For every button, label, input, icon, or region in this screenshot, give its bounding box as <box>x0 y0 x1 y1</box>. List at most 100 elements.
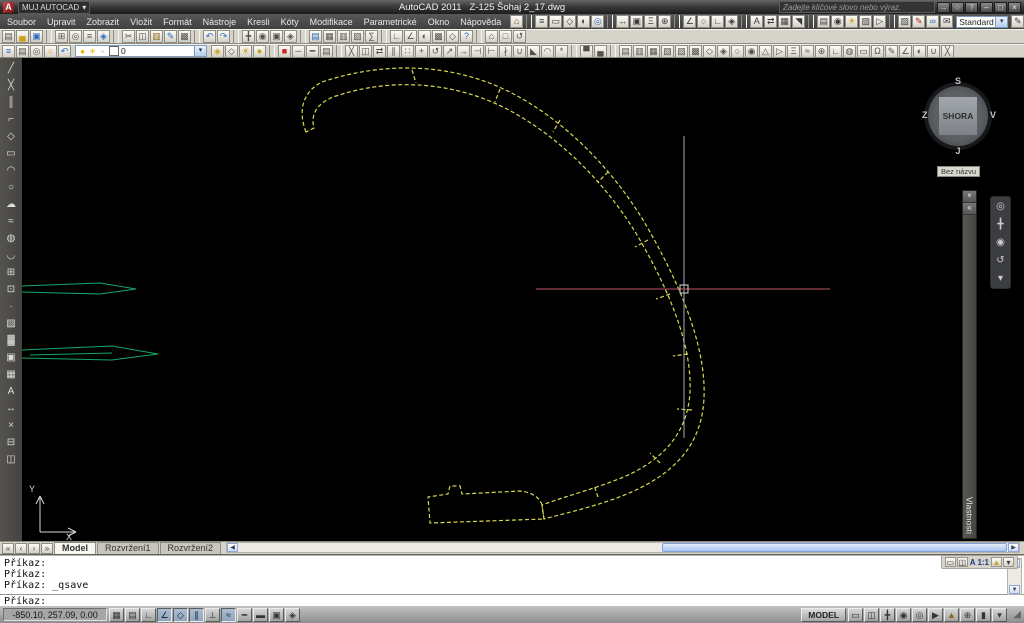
tool-icon[interactable]: ◉ <box>745 45 758 58</box>
model-space-button[interactable]: MODEL <box>801 608 846 622</box>
linetype-icon[interactable]: ─ <box>292 45 305 58</box>
array-icon[interactable]: ∷ <box>401 45 414 58</box>
hyperlink-icon[interactable]: ∞ <box>926 15 939 28</box>
etransmit-icon[interactable]: ✉ <box>940 15 953 28</box>
nav-zoom-icon[interactable]: ◉ <box>993 235 1008 250</box>
designcenter-icon[interactable]: ▦ <box>323 30 336 43</box>
workspace-switch-status-icon[interactable]: ⊕ <box>960 608 975 622</box>
tool-icon[interactable]: Ξ <box>787 45 800 58</box>
nav-wheel-icon[interactable]: ◎ <box>993 199 1008 214</box>
volume-icon[interactable]: ◈ <box>725 15 738 28</box>
workspaces-icon[interactable]: ⌂ <box>510 15 523 28</box>
tool-icon[interactable]: ≈ <box>801 45 814 58</box>
menu-item[interactable]: Vložit <box>125 17 157 27</box>
point-tool-icon[interactable]: · <box>2 299 20 314</box>
clean-icon[interactable]: □ <box>499 30 512 43</box>
tab-rozvržení1[interactable]: Rozvržení1 <box>97 542 159 554</box>
sc-toggle[interactable]: ◈ <box>285 608 300 622</box>
trim-icon[interactable]: ⊣ <box>471 45 484 58</box>
minimize-button[interactable]: – <box>980 2 993 13</box>
mleader-style-icon[interactable]: ◥ <box>792 15 805 28</box>
line-tool-icon[interactable]: ╱ <box>2 61 20 76</box>
restore-button[interactable]: □ <box>994 2 1007 13</box>
motion-path-icon[interactable]: ▷ <box>873 15 886 28</box>
locate-icon[interactable]: ⊕ <box>658 15 671 28</box>
table-tool-icon[interactable]: ▦ <box>2 367 20 382</box>
zoom-previous-icon[interactable]: ◈ <box>284 30 297 43</box>
tool-icon[interactable]: ▥ <box>633 45 646 58</box>
plotstyle-icon[interactable]: ▤ <box>320 45 333 58</box>
tpy-toggle[interactable]: ▬ <box>253 608 268 622</box>
circle-tool-icon[interactable]: ○ <box>2 180 20 195</box>
tool-icon[interactable]: ∟ <box>829 45 842 58</box>
polar-toggle[interactable]: ∠ <box>157 608 172 622</box>
matchprop-icon[interactable]: ✎ <box>164 30 177 43</box>
named-views-icon[interactable]: ◇ <box>563 15 576 28</box>
autocad-logo-icon[interactable]: A <box>3 2 14 13</box>
mline-tool-icon[interactable]: ║ <box>2 95 20 110</box>
tool-icon[interactable]: ▩ <box>689 45 702 58</box>
tool-icon[interactable]: ✎ <box>885 45 898 58</box>
style-combo[interactable]: Standard ▾ <box>956 16 1008 28</box>
offset-icon[interactable]: ∥ <box>387 45 400 58</box>
layer-sun-status-icon[interactable]: ☀ <box>88 47 97 56</box>
viewcube-west[interactable]: Z <box>922 110 928 120</box>
anno-settings-icon[interactable]: ▾ <box>1003 557 1014 567</box>
layer-prev-icon[interactable]: ↶ <box>58 45 71 58</box>
chamfer-icon[interactable]: ◣ <box>527 45 540 58</box>
viewcube-east[interactable]: V <box>990 110 996 120</box>
zoom-status-icon[interactable]: ◉ <box>896 608 911 622</box>
drawing-area[interactable]: Y X SHORA S V J Z Bez názvu ◎╋◉↺▾ × « Vl… <box>22 58 1024 541</box>
ellipse-tool-icon[interactable]: ◍ <box>2 231 20 246</box>
nav-motion-icon[interactable]: ▾ <box>993 271 1008 286</box>
dist-icon[interactable]: ∠ <box>683 15 696 28</box>
menu-item[interactable]: Soubor <box>2 17 41 27</box>
insert-block-icon[interactable]: ⊞ <box>2 265 20 280</box>
tool-icon[interactable]: ◐ <box>913 45 926 58</box>
views-icon[interactable]: ◇ <box>446 30 459 43</box>
tray-arrow-icon[interactable]: ▾ <box>992 608 1007 622</box>
tool-icon[interactable]: ╳ <box>941 45 954 58</box>
menu-item[interactable]: Modifikace <box>305 17 358 27</box>
make-block-icon[interactable]: ⊡ <box>2 282 20 297</box>
publish-icon[interactable]: ≡ <box>83 30 96 43</box>
match-style-icon[interactable]: ✎ <box>1011 15 1024 28</box>
palette-title[interactable]: Vlastnosti <box>965 497 975 534</box>
copy-icon[interactable]: ◫ <box>136 30 149 43</box>
calculator-icon[interactable]: ∑ <box>365 30 378 43</box>
front-icon[interactable]: ▀ <box>580 45 593 58</box>
tool-icon[interactable]: ◈ <box>717 45 730 58</box>
tool-icon[interactable]: ∪ <box>927 45 940 58</box>
tool-icon[interactable]: ▧ <box>661 45 674 58</box>
first-tab-button[interactable]: « <box>2 543 14 554</box>
menu-item[interactable]: Kóty <box>276 17 304 27</box>
shade-icon[interactable]: ◐ <box>577 15 590 28</box>
join-icon[interactable]: ∪ <box>513 45 526 58</box>
scroll-down-icon[interactable]: ▼ <box>1009 585 1020 594</box>
dim-style-icon[interactable]: ⇄ <box>764 15 777 28</box>
tab-rozvržení2[interactable]: Rozvržení2 <box>160 542 222 554</box>
menu-item[interactable]: Parametrické <box>359 17 422 27</box>
otrack-toggle[interactable]: ∥ <box>189 608 204 622</box>
tool-icon[interactable]: ◇ <box>703 45 716 58</box>
plot-preview-icon[interactable]: ◎ <box>69 30 82 43</box>
light-icon[interactable]: ☀ <box>845 15 858 28</box>
explode-icon[interactable]: * <box>555 45 568 58</box>
chevron-down-icon[interactable]: ▾ <box>995 17 1007 27</box>
quickview-drawings-small-icon[interactable]: ◫ <box>957 557 968 567</box>
undo-icon[interactable]: ↶ <box>203 30 216 43</box>
menu-item[interactable]: Nápověda <box>455 17 506 27</box>
spline-tool-icon[interactable]: ≈ <box>2 214 20 229</box>
quickview-layouts-small-icon[interactable]: ▭ <box>945 557 956 567</box>
area-icon[interactable]: ▣ <box>630 15 643 28</box>
viewcube-north[interactable]: S <box>920 76 996 86</box>
orbit-icon[interactable]: ◎ <box>591 15 604 28</box>
move-icon[interactable]: + <box>415 45 428 58</box>
ortho-toggle[interactable]: ∟ <box>141 608 156 622</box>
markup-set-icon[interactable]: ✎ <box>912 15 925 28</box>
next-tab-button[interactable]: › <box>28 543 40 554</box>
menu-item[interactable]: Kresli <box>242 17 275 27</box>
tool-icon[interactable]: ▦ <box>647 45 660 58</box>
lwt-toggle[interactable]: ━ <box>237 608 252 622</box>
dim-tool-icon[interactable]: ↔ <box>2 401 20 416</box>
